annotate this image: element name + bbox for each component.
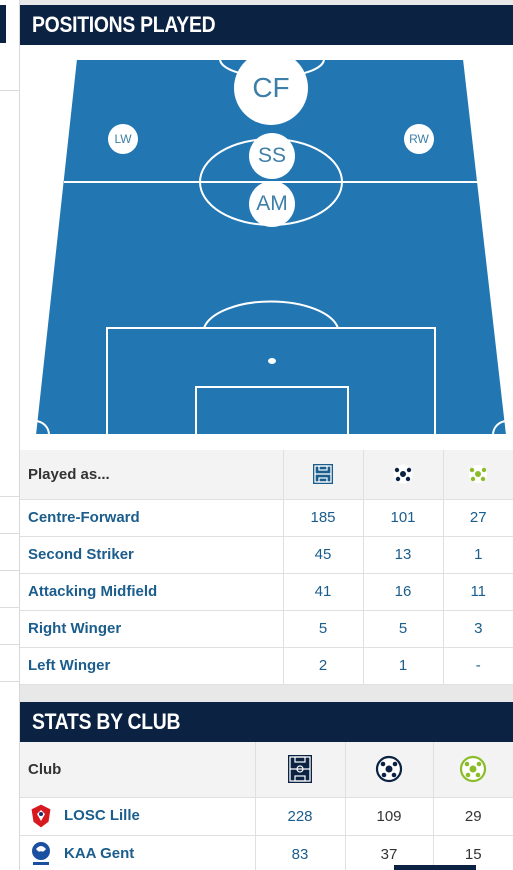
goals-value: 16 bbox=[362, 573, 443, 611]
position-lw-label: LW bbox=[114, 132, 132, 146]
divider bbox=[0, 607, 20, 608]
position-cf-label: CF bbox=[252, 72, 290, 103]
ball-icon bbox=[393, 464, 413, 484]
club-cell: KAA Gent bbox=[20, 835, 255, 870]
assist-ball-icon bbox=[469, 465, 488, 484]
divider bbox=[0, 533, 20, 534]
appearances-value: 83 bbox=[254, 835, 345, 870]
position-name-link[interactable]: Left Winger bbox=[20, 647, 283, 685]
played-as-header: Played as... bbox=[20, 450, 283, 500]
pitch-diagram: CF SS AM LW RW bbox=[20, 45, 513, 450]
goals-value: 101 bbox=[362, 499, 443, 537]
position-name-link[interactable]: Attacking Midfield bbox=[20, 573, 283, 611]
position-rw-label: RW bbox=[409, 132, 429, 146]
position-name-link[interactable]: Centre-Forward bbox=[20, 499, 283, 537]
table-row: LOSC Lille 228 109 29 bbox=[20, 797, 513, 836]
assist-ball-icon bbox=[460, 756, 487, 783]
club-stats-table: Club LOSC Lille 228 109 29 KAA Gent 83 3… bbox=[20, 742, 513, 870]
position-am-label: AM bbox=[256, 192, 288, 215]
kaa-gent-logo[interactable] bbox=[30, 841, 52, 867]
appearances-column-header bbox=[282, 450, 363, 500]
table-header-row: Played as... bbox=[20, 450, 513, 500]
table-row: Left Winger 2 1 - bbox=[20, 647, 513, 685]
stats-by-club-card: STATS BY CLUB Club LOSC Lille 228 109 29… bbox=[20, 702, 513, 870]
appearances-value: 2 bbox=[282, 647, 363, 685]
club-name-link[interactable]: LOSC Lille bbox=[64, 807, 140, 824]
adjacent-header-sliver bbox=[0, 5, 6, 43]
position-name-link[interactable]: Second Striker bbox=[20, 536, 283, 574]
table-row: Centre-Forward 185 101 27 bbox=[20, 499, 513, 537]
assists-value: 1 bbox=[442, 536, 513, 574]
table-row: Attacking Midfield 41 16 11 bbox=[20, 573, 513, 611]
assists-value: - bbox=[442, 647, 513, 685]
goals-value: 13 bbox=[362, 536, 443, 574]
table-row: Right Winger 5 5 3 bbox=[20, 610, 513, 648]
divider bbox=[0, 570, 20, 571]
overlay-bar bbox=[394, 865, 476, 870]
position-am: AM bbox=[249, 181, 295, 227]
goals-value: 5 bbox=[362, 610, 443, 648]
assists-value: 3 bbox=[442, 610, 513, 648]
appearances-value: 41 bbox=[282, 573, 363, 611]
position-lw: LW bbox=[108, 124, 138, 154]
assists-value: 11 bbox=[442, 573, 513, 611]
club-header: Club bbox=[20, 742, 255, 798]
positions-table: Played as... Centre-Forward 185 101 27 S… bbox=[20, 450, 513, 685]
positions-played-header: POSITIONS PLAYED bbox=[20, 5, 513, 45]
appearances-value: 185 bbox=[282, 499, 363, 537]
section-title: POSITIONS PLAYED bbox=[32, 12, 216, 37]
pitch-icon bbox=[288, 755, 312, 784]
table-row: Second Striker 45 13 1 bbox=[20, 536, 513, 574]
appearances-value: 228 bbox=[254, 797, 345, 836]
divider bbox=[0, 644, 20, 645]
assists-column-header bbox=[432, 742, 513, 798]
positions-played-card: POSITIONS PLAYED CF SS AM LW RW Played a… bbox=[20, 5, 513, 685]
goals-column-header bbox=[344, 742, 433, 798]
divider bbox=[0, 496, 20, 497]
position-name-link[interactable]: Right Winger bbox=[20, 610, 283, 648]
divider bbox=[0, 90, 20, 91]
appearances-value: 45 bbox=[282, 536, 363, 574]
goals-value: 1 bbox=[362, 647, 443, 685]
position-ss: SS bbox=[249, 133, 295, 179]
adjacent-column bbox=[0, 0, 20, 870]
losc-lille-logo[interactable] bbox=[30, 803, 52, 829]
assists-value: 27 bbox=[442, 499, 513, 537]
appearances-value: 5 bbox=[282, 610, 363, 648]
goals-column-header bbox=[362, 450, 443, 500]
club-name-link[interactable]: KAA Gent bbox=[64, 845, 134, 862]
penalty-spot bbox=[268, 358, 276, 364]
goals-value: 109 bbox=[344, 797, 433, 836]
position-ss-label: SS bbox=[257, 144, 286, 167]
appearances-column-header bbox=[254, 742, 345, 798]
position-rw: RW bbox=[404, 124, 434, 154]
assists-column-header bbox=[442, 450, 513, 500]
table-header-row: Club bbox=[20, 742, 513, 798]
section-title: STATS BY CLUB bbox=[32, 709, 181, 734]
divider bbox=[0, 681, 20, 682]
club-cell: LOSC Lille bbox=[20, 797, 255, 836]
pitch-icon bbox=[313, 464, 333, 485]
assists-value: 29 bbox=[432, 797, 513, 836]
ball-icon bbox=[375, 756, 403, 783]
position-cf: CF bbox=[234, 51, 308, 125]
stats-by-club-header: STATS BY CLUB bbox=[20, 702, 513, 742]
